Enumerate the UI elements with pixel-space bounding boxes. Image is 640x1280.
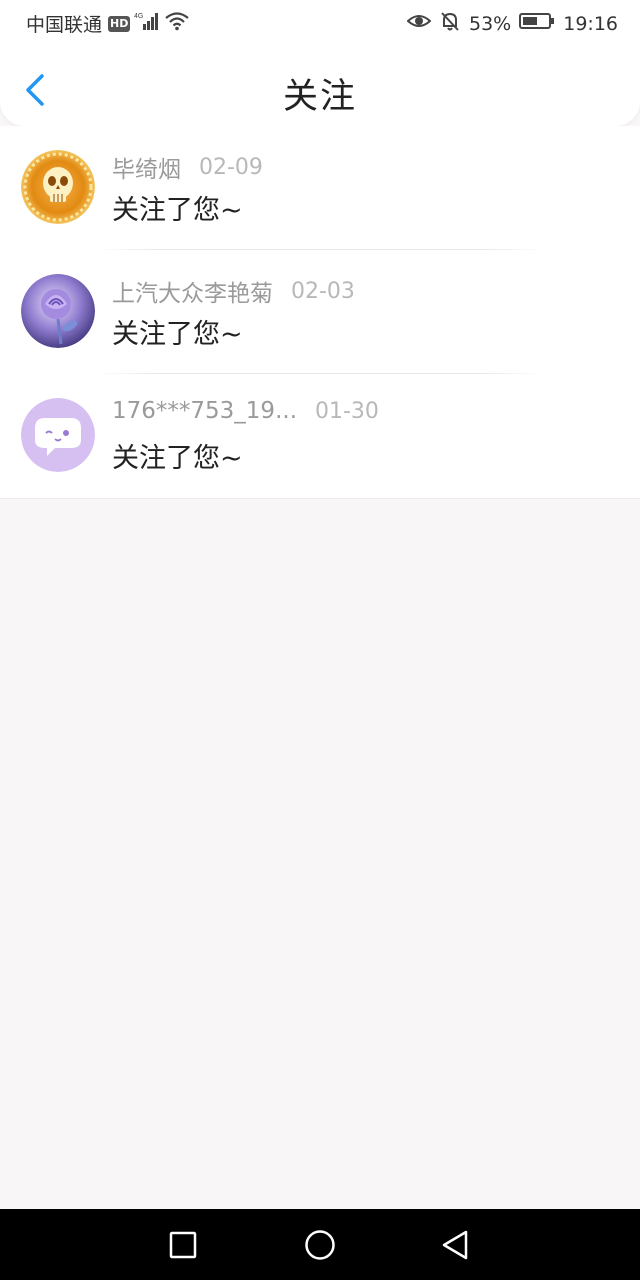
bell-off-icon (439, 10, 461, 37)
user-name[interactable]: 毕绮烟 (112, 150, 181, 184)
battery-icon (519, 12, 555, 35)
message-text: 关注了您~ (112, 195, 243, 226)
date: 02-09 (199, 154, 263, 180)
name-line: 毕绮烟 02-09 (112, 150, 263, 184)
svg-text:4G: 4G (134, 13, 143, 20)
chat-bubble-avatar-icon (21, 398, 95, 472)
carrier-label: 中国联通 (26, 14, 103, 36)
nav-bar: 关注 (0, 56, 640, 126)
back-button[interactable] (438, 1227, 474, 1263)
header: 中国联通 HD 4G 53% 19:16 关注 (0, 0, 640, 126)
hd-badge: HD (108, 15, 131, 32)
name-line: 上汽大众李艳菊 02-03 (112, 274, 355, 308)
status-bar: 中国联通 HD 4G 53% 19:16 (0, 0, 640, 44)
system-nav-bar (0, 1209, 640, 1280)
signal-icon: 4G (134, 11, 160, 36)
list-item[interactable]: 176***753_19... 01-30 关注了您~ (0, 374, 640, 498)
wifi-icon (164, 11, 190, 36)
follow-notification-list: 毕绮烟 02-09 关注了您~ 上汽大众李艳菊 02-03 关注了您~ 176*… (0, 126, 640, 499)
screen: 中国联通 HD 4G 53% 19:16 关注 毕绮烟 02-09 关注了您~ … (0, 0, 640, 1280)
list-bottom-border (0, 498, 640, 499)
list-item[interactable]: 上汽大众李艳菊 02-03 关注了您~ (0, 250, 640, 374)
home-button[interactable] (302, 1227, 338, 1263)
skull-avatar-icon (21, 150, 95, 224)
list-item[interactable]: 毕绮烟 02-09 关注了您~ (0, 126, 640, 250)
avatar[interactable] (21, 274, 95, 348)
message-text: 关注了您~ (112, 319, 243, 350)
message-text: 关注了您~ (112, 443, 243, 474)
circle-icon (302, 1230, 338, 1267)
avatar[interactable] (21, 398, 95, 472)
user-name[interactable]: 176***753_19... (112, 398, 297, 424)
date: 01-30 (315, 398, 379, 424)
clock: 19:16 (563, 12, 618, 35)
rose-avatar-icon (21, 274, 95, 348)
avatar[interactable] (21, 150, 95, 224)
triangle-back-icon (438, 1230, 474, 1267)
eye-icon (406, 12, 432, 35)
page-title: 关注 (282, 77, 357, 117)
recent-apps-button[interactable] (165, 1227, 201, 1263)
battery-percent: 53% (469, 12, 512, 35)
user-name[interactable]: 上汽大众李艳菊 (112, 274, 273, 308)
status-left: 中国联通 HD 4G (26, 10, 190, 37)
square-icon (165, 1231, 201, 1267)
date: 02-03 (291, 278, 355, 304)
name-line: 176***753_19... 01-30 (112, 398, 379, 424)
status-right: 53% 19:16 (406, 10, 618, 37)
